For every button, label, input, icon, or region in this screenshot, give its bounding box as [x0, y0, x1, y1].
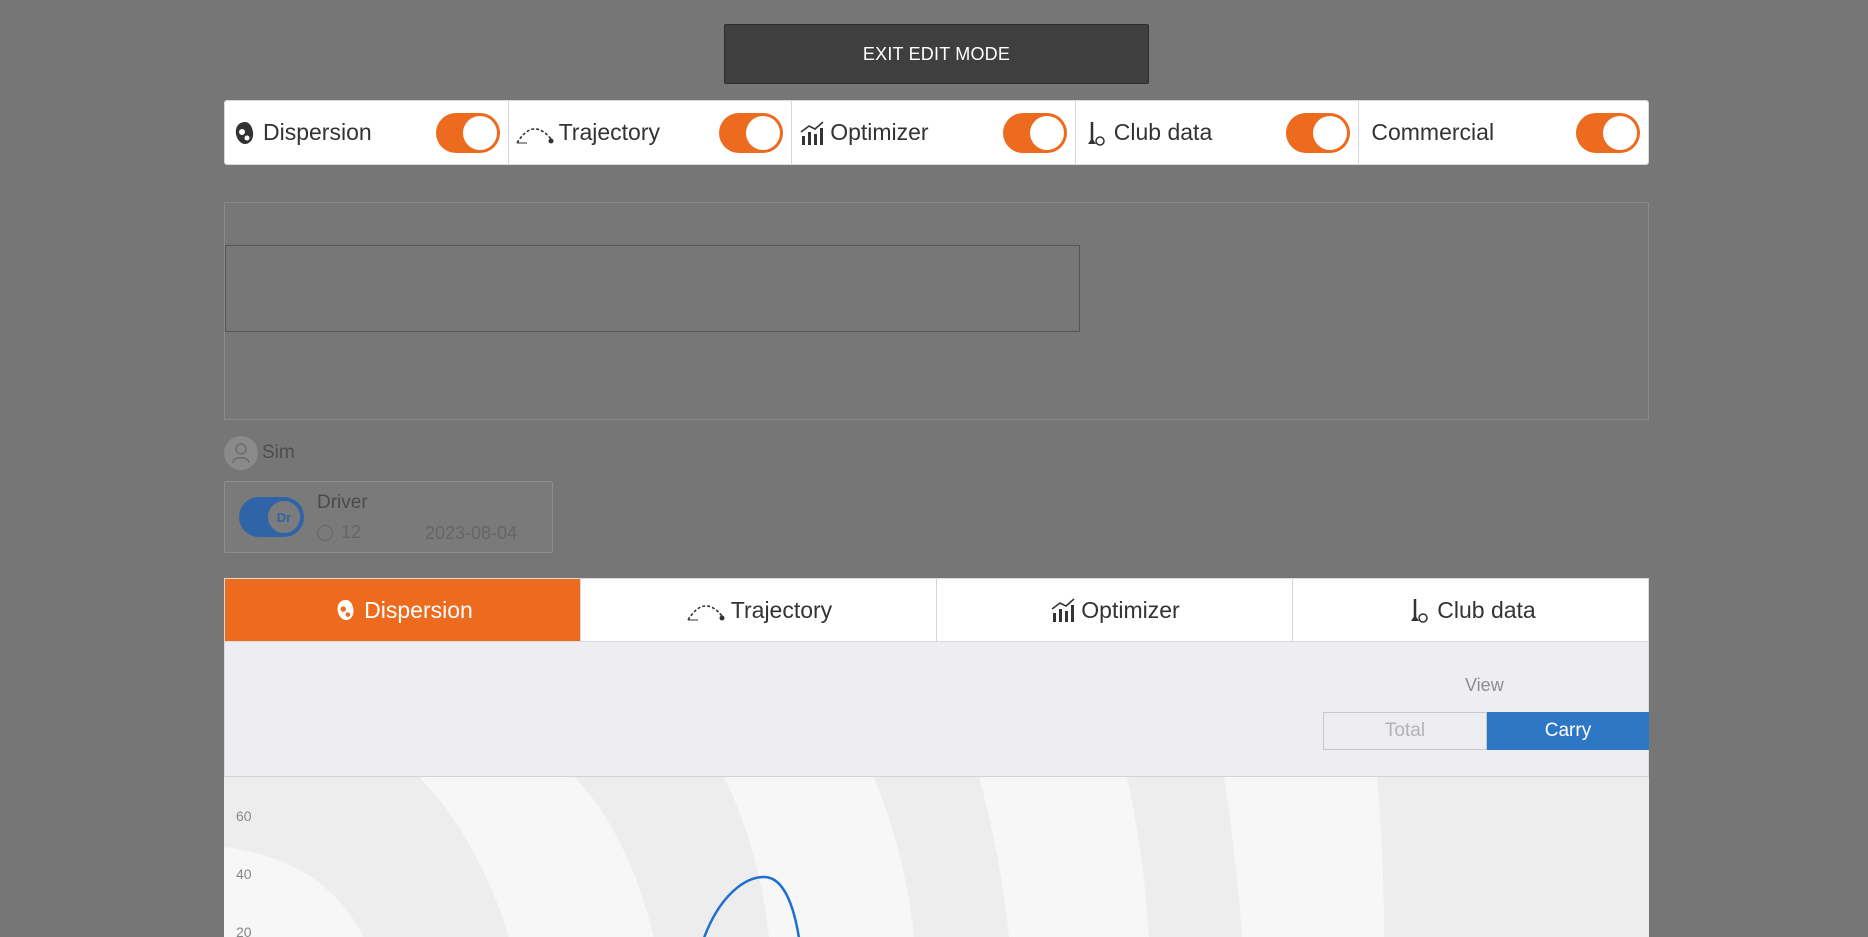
- range-band: [1224, 777, 1384, 937]
- dispersion-icon: [231, 119, 259, 147]
- widget-toggle-bar: Dispersion Trajectory Optimizer Club dat…: [224, 100, 1649, 165]
- optimizer-switch[interactable]: [1002, 112, 1067, 153]
- player-header: Sim: [224, 436, 295, 470]
- optimizer-icon: [798, 119, 826, 147]
- toggle-label-trajectory: Trajectory: [558, 119, 660, 145]
- player-name: Sim: [262, 442, 295, 463]
- toggle-item-trajectory: Trajectory: [509, 101, 793, 164]
- toggle-label-club-data: Club data: [1113, 119, 1213, 145]
- toggle-label-optimizer: Optimizer: [830, 119, 929, 145]
- optimizer-icon: [1049, 596, 1077, 624]
- ball-icon: [317, 524, 333, 541]
- club-data-switch[interactable]: [1286, 112, 1351, 153]
- toggle-item-club-data: Club data: [1076, 101, 1360, 164]
- view-carry-button[interactable]: Carry: [1487, 712, 1649, 750]
- view-panel: [224, 642, 1649, 776]
- exit-edit-mode-button[interactable]: EXIT EDIT MODE: [724, 24, 1149, 84]
- club-name: Driver: [317, 492, 368, 513]
- club-icon: [1405, 596, 1433, 624]
- toggle-item-dispersion: Dispersion: [225, 101, 509, 164]
- club-date: 2023-08-04: [425, 523, 518, 543]
- trajectory-switch[interactable]: [719, 112, 784, 153]
- commercial-switch[interactable]: [1575, 112, 1640, 153]
- tab-optimizer[interactable]: Optimizer: [937, 579, 1293, 641]
- shot-count-value: 12: [341, 522, 362, 542]
- club-abbr: Dr: [267, 500, 301, 534]
- shot-count: 12: [317, 522, 361, 543]
- y-tick-label: 20: [236, 924, 252, 937]
- trajectory-icon: [515, 119, 555, 147]
- dispersion-switch[interactable]: [435, 112, 500, 153]
- tab-label: Optimizer: [1081, 596, 1180, 623]
- dispersion-icon: [332, 596, 360, 624]
- club-card[interactable]: Dr Driver 12 2023-08-04: [224, 481, 553, 553]
- tab-trajectory[interactable]: Trajectory: [581, 579, 937, 641]
- tab-label: Dispersion: [364, 596, 473, 623]
- dispersion-chart: 60 40 20: [224, 776, 1649, 937]
- avatar: [224, 436, 258, 470]
- view-total-button[interactable]: Total: [1323, 712, 1487, 750]
- club-toggle[interactable]: Dr: [239, 497, 304, 537]
- tab-label: Club data: [1437, 596, 1536, 623]
- dispersion-chart-svg: 60 40 20: [224, 777, 1649, 937]
- tab-club-data[interactable]: Club data: [1293, 579, 1648, 641]
- toggle-label-commercial: Commercial: [1371, 119, 1495, 145]
- toggle-item-optimizer: Optimizer: [792, 101, 1076, 164]
- edit-placeholder-box[interactable]: [225, 245, 1080, 332]
- tab-label: Trajectory: [730, 596, 833, 623]
- tab-dispersion[interactable]: Dispersion: [225, 579, 581, 641]
- toggle-item-commercial: Commercial: [1359, 101, 1648, 164]
- y-tick-label: 60: [236, 808, 252, 824]
- y-tick-label: 40: [236, 866, 252, 882]
- view-label: View: [1465, 675, 1504, 695]
- chart-tabs: Dispersion Trajectory Optimizer Club dat…: [224, 578, 1649, 642]
- club-icon: [1082, 119, 1110, 147]
- view-toggle: Total Carry: [1323, 712, 1649, 750]
- trajectory-icon: [685, 596, 727, 624]
- toggle-label-dispersion: Dispersion: [263, 119, 372, 145]
